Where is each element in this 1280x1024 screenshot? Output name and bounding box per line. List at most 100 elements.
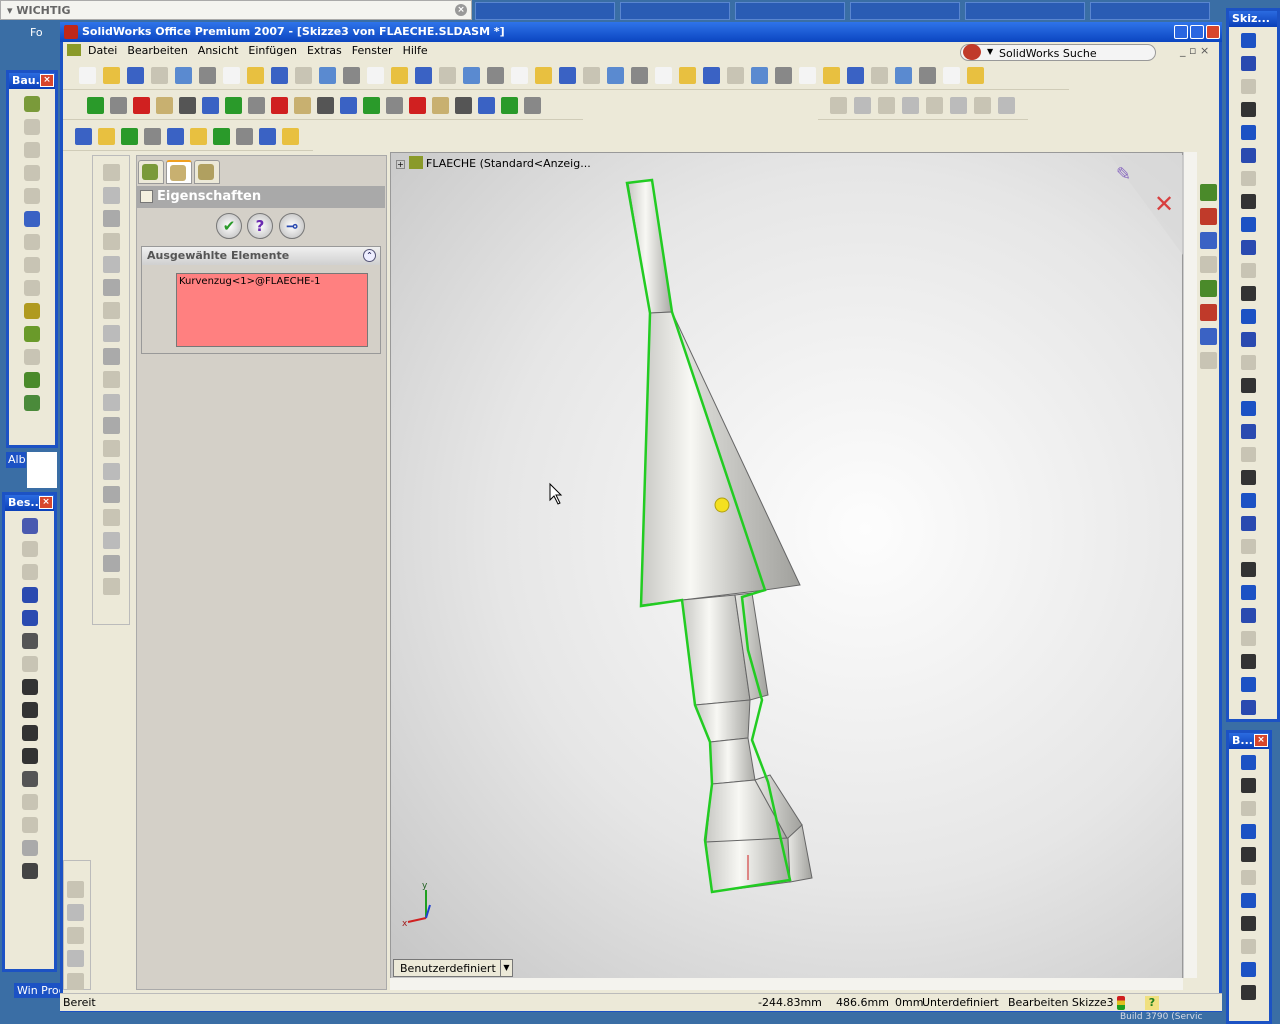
tool-icon[interactable] [21,656,38,672]
menu-hilfe[interactable]: Hilfe [398,42,433,59]
collapse-icon[interactable]: ⌃ [363,249,376,262]
toolbar-button-icon[interactable] [1241,939,1256,954]
toolbar-button-icon[interactable] [409,97,426,114]
horizontal-scrollbar[interactable] [390,978,1183,990]
toolbar-button-icon[interactable] [127,67,144,84]
toolbar-button-icon[interactable] [271,67,288,84]
taskbar-item[interactable] [475,2,615,20]
toolbar-button-icon[interactable] [391,67,408,84]
toolbar-button-icon[interactable] [133,97,150,114]
toolbar-button-icon[interactable] [775,67,792,84]
taskbar-item[interactable] [735,2,845,20]
toolbar-button-icon[interactable] [854,97,871,114]
minimize-button[interactable] [1174,25,1188,39]
toolbar-button-icon[interactable] [1241,801,1256,816]
palette-b[interactable]: B... × [1226,730,1272,1024]
toolbar-button-icon[interactable] [156,97,173,114]
feature-icon[interactable] [24,188,40,204]
toolbar-button-icon[interactable] [1241,33,1256,48]
feature-icon[interactable] [24,165,40,181]
tree-root-label[interactable]: FLAECHE (Standard<Anzeig... [426,157,591,170]
tool-icon[interactable] [21,633,38,649]
toolbar-button-icon[interactable] [67,927,84,944]
rebuild-traffic-light-icon[interactable] [1117,996,1125,1010]
toolbar-button-icon[interactable] [1241,608,1256,623]
toolbar-button-icon[interactable] [67,973,84,990]
toolbar-button-icon[interactable] [1241,332,1256,347]
toolbar-button-icon[interactable] [703,67,720,84]
taskbar-item[interactable] [965,2,1085,20]
toolbar-button-icon[interactable] [103,164,120,181]
menu-fenster[interactable]: Fenster [347,42,398,59]
toolbar-button-icon[interactable] [919,67,936,84]
chevron-down-icon[interactable]: ▼ [500,960,512,976]
feature-icon[interactable] [24,211,40,227]
toolbar-button-icon[interactable] [655,67,672,84]
tool-icon[interactable] [21,748,38,764]
toolbar-button-icon[interactable] [1241,631,1256,646]
toolbar-button-icon[interactable] [727,67,744,84]
toolbar-button-icon[interactable] [225,97,242,114]
toolbar-button-icon[interactable] [1241,194,1256,209]
tab-configurationmanager[interactable] [194,160,220,184]
toolbar-button-icon[interactable] [1241,654,1256,669]
toolbar-button-icon[interactable] [607,67,624,84]
dropdown-icon[interactable]: ▼ [987,47,993,56]
toolbar-button-icon[interactable] [974,97,991,114]
toolbar-button-icon[interactable] [319,67,336,84]
maximize-button[interactable] [1190,25,1204,39]
spellcheck-icon[interactable] [21,610,38,626]
toolbar-button-icon[interactable] [103,486,120,503]
taskbar-item[interactable] [1090,2,1210,20]
toolbar-button-icon[interactable] [1241,493,1256,508]
toolbar-button-icon[interactable] [103,210,120,227]
feature-icon[interactable] [24,349,40,365]
toolbar-button-icon[interactable] [943,67,960,84]
toolbar-button-icon[interactable] [1241,286,1256,301]
menu-extras[interactable]: Extras [302,42,347,59]
toolbar-button-icon[interactable] [463,67,480,84]
toolbar-button-icon[interactable] [478,97,495,114]
toolbar-button-icon[interactable] [199,67,216,84]
ok-button[interactable]: ✔ [216,213,242,239]
toolbar-button-icon[interactable] [1241,217,1256,232]
menu-datei[interactable]: Datei [83,42,122,59]
toolbar-button-icon[interactable] [103,509,120,526]
document-window-controls[interactable]: _ ▫ × [1180,44,1220,57]
toolbar-button-icon[interactable] [103,348,120,365]
close-icon[interactable]: × [455,4,467,16]
toolbar-button-icon[interactable] [67,881,84,898]
toolbar-button-icon[interactable] [1241,401,1256,416]
toolbar-button-icon[interactable] [1241,870,1256,885]
toolbar-button-icon[interactable] [110,97,127,114]
toolbar-button-icon[interactable] [1241,562,1256,577]
toolbar-button-icon[interactable] [121,128,138,145]
toolbar-button-icon[interactable] [295,67,312,84]
toolbar-button-icon[interactable] [67,950,84,967]
toolbar-button-icon[interactable] [1241,125,1256,140]
pin-button[interactable]: ⊸ [279,213,305,239]
toolbar-button-icon[interactable] [1241,424,1256,439]
toolbar-button-icon[interactable] [190,128,207,145]
toolbar-button-icon[interactable] [432,97,449,114]
palette-skizze[interactable]: Skiz... [1226,8,1280,722]
toolbar-button-icon[interactable] [1241,56,1256,71]
palette-bau[interactable]: Bau... × [6,70,58,448]
vertical-scrollbar[interactable] [1183,152,1197,978]
toolbar-button-icon[interactable] [1241,677,1256,692]
toolbar-button-icon[interactable] [103,187,120,204]
menu-ansicht[interactable]: Ansicht [193,42,244,59]
toolbar-button-icon[interactable] [679,67,696,84]
toolbar-button-icon[interactable] [103,371,120,388]
toolbar-button-icon[interactable] [236,128,253,145]
toolbar-button-icon[interactable] [103,67,120,84]
toolbar-button-icon[interactable] [583,67,600,84]
toolbar-button-icon[interactable] [1241,102,1256,117]
tool-icon[interactable] [21,541,38,557]
toolbar-button-icon[interactable] [103,325,120,342]
toolbar-button-icon[interactable] [151,67,168,84]
toolbar-button-icon[interactable] [1200,328,1217,345]
toolbar-button-icon[interactable] [103,532,120,549]
toolbar-button-icon[interactable] [103,417,120,434]
toolbar-button-icon[interactable] [67,904,84,921]
